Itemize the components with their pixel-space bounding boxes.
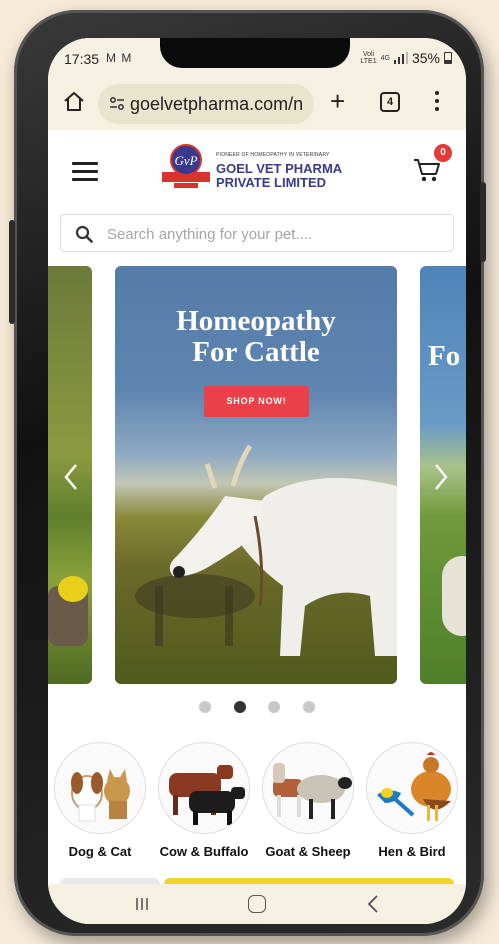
search-bar bbox=[60, 214, 454, 252]
back-icon[interactable] bbox=[366, 894, 380, 914]
slide-title-line2: For Cattle bbox=[192, 336, 320, 368]
browser-menu-icon[interactable] bbox=[434, 91, 440, 115]
brand-name-line2: PRIVATE LIMITED bbox=[216, 175, 327, 190]
carousel-dot-1[interactable] bbox=[199, 701, 212, 713]
category-goat-sheep[interactable]: Goat & Sheep bbox=[256, 742, 360, 859]
slide-title: Homeopathy For Cattle bbox=[115, 306, 397, 368]
hero-carousel: Homeopathy For Cattle SHOP NOW! Fo bbox=[48, 266, 466, 684]
category-hen-bird[interactable]: Hen & Bird bbox=[360, 742, 464, 859]
hero-slide[interactable]: Homeopathy For Cattle SHOP NOW! bbox=[115, 266, 397, 684]
next-slide-title-peek: Fo bbox=[428, 340, 461, 372]
home-nav-icon[interactable] bbox=[248, 895, 266, 913]
network-lte: LTE1 bbox=[360, 58, 377, 65]
net-type: 4G bbox=[380, 54, 390, 62]
camera-notch bbox=[160, 38, 350, 68]
status-time: 17:35 bbox=[64, 51, 100, 67]
battery-percent: 35% bbox=[411, 50, 440, 66]
carousel-next-icon[interactable] bbox=[432, 462, 450, 492]
recent-apps-icon[interactable] bbox=[134, 896, 150, 912]
brand-name-line1: GOEL VET PHARMA bbox=[216, 161, 343, 176]
category-label: Dog & Cat bbox=[68, 844, 132, 859]
carousel-pagination bbox=[48, 700, 466, 718]
screen: 17:35 M M Voli LTE1 4G 35% goelvetpharma… bbox=[48, 38, 466, 924]
network-carrier: Voli bbox=[362, 51, 375, 58]
system-nav-bar bbox=[48, 884, 466, 924]
status-right: Voli LTE1 4G 35% bbox=[360, 50, 452, 66]
carousel-dot-3[interactable] bbox=[268, 701, 281, 713]
volume-button bbox=[9, 220, 15, 324]
carousel-prev-icon[interactable] bbox=[62, 462, 80, 492]
logo-badge-text: GvP bbox=[174, 153, 197, 168]
site-header: GvP PIONEER OF HOMEOPATHY IN VETERINARY … bbox=[48, 130, 466, 212]
power-button bbox=[480, 182, 486, 262]
browser-toolbar: goelvetpharma.com/n + 4 bbox=[48, 78, 466, 130]
category-dog-cat[interactable]: Dog & Cat bbox=[48, 742, 152, 859]
hen-bird-image bbox=[366, 742, 458, 834]
search-icon[interactable] bbox=[75, 225, 93, 243]
home-icon[interactable] bbox=[62, 90, 86, 114]
carousel-dot-4[interactable] bbox=[302, 701, 315, 713]
category-label: Goat & Sheep bbox=[265, 844, 351, 859]
cow-buffalo-image bbox=[158, 742, 250, 834]
hamburger-menu-icon[interactable] bbox=[72, 162, 98, 186]
category-list: Dog & Cat Cow & Buffalo Goat & Sheep Hen… bbox=[48, 742, 466, 872]
url-text: goelvetpharma.com/n bbox=[130, 94, 304, 114]
dog-cat-image bbox=[54, 742, 146, 834]
signal-icon bbox=[393, 52, 408, 64]
tab-switcher-button[interactable]: 4 bbox=[380, 92, 400, 112]
slide-title-line1: Homeopathy bbox=[176, 305, 336, 337]
network-indicator: Voli LTE1 bbox=[360, 51, 376, 65]
cart-count-badge: 0 bbox=[434, 144, 452, 162]
notification-icons: M M bbox=[106, 51, 133, 65]
brand-name-block[interactable]: PIONEER OF HOMEOPATHY IN VETERINARY GOEL… bbox=[216, 152, 342, 190]
brand-tagline: PIONEER OF HOMEOPATHY IN VETERINARY bbox=[216, 152, 330, 158]
slide-sheep-image bbox=[442, 556, 466, 636]
category-label: Cow & Buffalo bbox=[159, 844, 249, 859]
carousel-dot-2[interactable] bbox=[233, 701, 246, 713]
site-settings-icon[interactable] bbox=[108, 95, 126, 113]
brand-logo[interactable]: GvP bbox=[160, 142, 212, 192]
phone-frame: 17:35 M M Voli LTE1 4G 35% goelvetpharma… bbox=[9, 10, 486, 936]
category-label: Hen & Bird bbox=[378, 844, 446, 859]
address-bar[interactable]: goelvetpharma.com/n bbox=[98, 84, 314, 124]
goat-sheep-image bbox=[262, 742, 354, 834]
category-cow-buffalo[interactable]: Cow & Buffalo bbox=[152, 742, 256, 859]
slide-flower-image bbox=[58, 576, 88, 602]
shop-now-button[interactable]: SHOP NOW! bbox=[204, 386, 309, 417]
new-tab-button[interactable]: + bbox=[330, 88, 345, 114]
battery-icon bbox=[444, 52, 452, 64]
search-input[interactable] bbox=[107, 223, 437, 245]
